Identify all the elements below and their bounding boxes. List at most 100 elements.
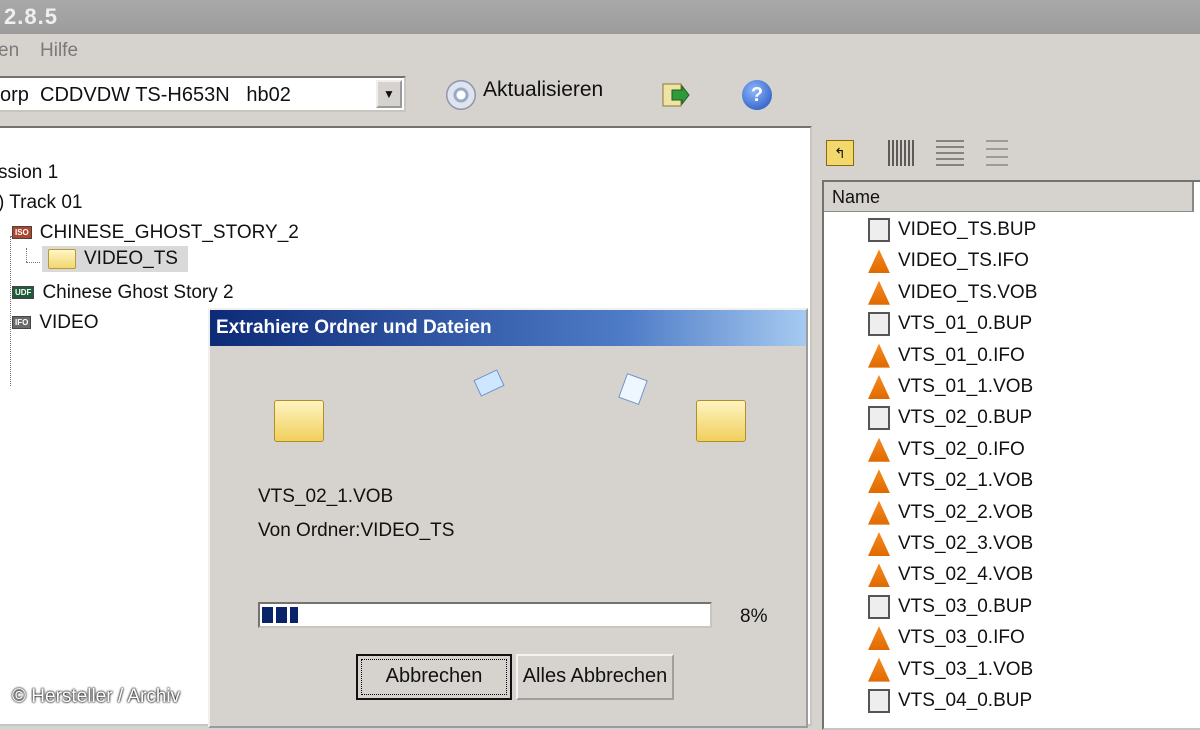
current-file-label: VTS_02_1.VOB	[258, 486, 394, 507]
toolbar: orp CDDVDW TS-H653N hb02 ▼ Aktualisieren…	[0, 68, 1200, 126]
file-list-item[interactable]: VTS_02_4.VOB	[868, 563, 1033, 593]
tree-item-video-ts[interactable]: VIDEO_TS	[42, 246, 188, 272]
progress-fill	[262, 607, 298, 623]
vlc-file-icon	[868, 563, 890, 588]
folder-icon	[48, 248, 76, 269]
tree-connector	[10, 236, 11, 386]
source-folder-icon	[274, 400, 324, 442]
vlc-file-icon	[868, 657, 890, 682]
ifo-icon: IFO	[12, 316, 32, 330]
file-name: VTS_01_1.VOB	[898, 376, 1034, 398]
vlc-file-icon	[868, 500, 890, 525]
file-list-item[interactable]: VTS_02_1.VOB	[868, 469, 1033, 499]
bup-file-icon	[868, 594, 890, 619]
menu-item-ansicht[interactable]: en	[0, 40, 19, 62]
flying-document-icon	[473, 369, 505, 397]
file-name: VTS_02_1.VOB	[898, 470, 1034, 492]
extract-dialog: Extrahiere Ordner und Dateien VTS_02_1.V…	[208, 308, 808, 728]
tree-item-session[interactable]: ssion 1	[0, 162, 58, 184]
tree-connector	[26, 262, 40, 263]
file-name: VTS_04_0.BUP	[898, 690, 1033, 712]
flying-document-icon	[618, 373, 648, 405]
file-list-item[interactable]: VTS_01_0.IFO	[868, 343, 1025, 374]
tree-item-iso[interactable]: ISO CHINESE_GHOST_STORY_2	[12, 222, 299, 244]
file-list-item[interactable]: VTS_02_0.BUP	[868, 406, 1032, 436]
dialog-title: Extrahiere Ordner und Dateien	[210, 310, 806, 346]
vlc-file-icon	[868, 626, 890, 651]
file-list-item[interactable]: VTS_03_1.VOB	[868, 657, 1034, 688]
file-list-item[interactable]: VTS_02_0.IFO	[868, 437, 1025, 468]
details-view-icon[interactable]	[888, 140, 916, 166]
vlc-file-icon	[868, 343, 890, 368]
vlc-file-icon	[868, 249, 890, 274]
title-bar: 2.8.5	[0, 0, 1200, 34]
source-folder-label: Von Ordner:VIDEO_TS	[258, 520, 455, 541]
tree-item-track[interactable]: ) Track 01	[0, 192, 82, 214]
tree-item-label: CHINESE_GHOST_STORY_2	[39, 222, 299, 243]
bup-file-icon	[868, 218, 890, 242]
menu-bar: en Hilfe	[0, 34, 1200, 68]
file-list-item[interactable]: VIDEO_TS.VOB	[868, 280, 1038, 311]
file-name: VIDEO_TS.VOB	[898, 281, 1038, 303]
file-name: VTS_01_0.BUP	[898, 313, 1033, 335]
file-list-item[interactable]: VTS_01_1.VOB	[868, 375, 1033, 405]
file-pane: ↰ Name VIDEO_TS.BUP VIDEO_TS.IFO VIDEO_TS.…	[816, 126, 1200, 730]
tree-connector	[26, 248, 27, 262]
tree-item-label: Chinese Ghost Story 2	[42, 282, 234, 303]
target-folder-icon	[696, 400, 746, 442]
tree-item-ifo[interactable]: IFO VIDEO	[12, 312, 98, 334]
file-name: VTS_02_2.VOB	[898, 501, 1034, 523]
file-list-item[interactable]: VTS_04_0.BUP	[868, 689, 1032, 719]
export-icon[interactable]	[660, 80, 690, 110]
tree-item-label: VIDEO	[39, 312, 99, 333]
file-list-item[interactable]: VIDEO_TS.IFO	[868, 249, 1029, 279]
tree-item-selected: VIDEO_TS	[42, 246, 188, 272]
vlc-file-icon	[868, 280, 890, 305]
column-header-name[interactable]: Name	[824, 182, 1194, 212]
file-name: VTS_02_0.IFO	[898, 438, 1025, 460]
disc-icon[interactable]	[446, 80, 476, 110]
udf-icon: UDF	[12, 286, 35, 300]
bup-file-icon	[868, 689, 890, 713]
bup-file-icon	[868, 312, 890, 337]
file-list-item[interactable]: VTS_03_0.IFO	[868, 626, 1025, 656]
drive-select-value: orp CDDVDW TS-H653N hb02	[0, 84, 291, 106]
vlc-file-icon	[868, 532, 890, 556]
file-list-item[interactable]: VTS_02_3.VOB	[868, 532, 1033, 562]
cancel-all-button[interactable]: Alles Abbrechen	[516, 654, 674, 700]
chevron-down-icon[interactable]: ▼	[376, 80, 402, 108]
refresh-button[interactable]: Aktualisieren	[483, 78, 603, 102]
list-view-icon[interactable]	[936, 140, 964, 166]
tree-item-udf[interactable]: UDF Chinese Ghost Story 2	[12, 282, 234, 304]
file-name: VTS_03_0.BUP	[898, 595, 1033, 617]
help-icon[interactable]: ?	[742, 80, 772, 110]
file-name: VTS_02_4.VOB	[898, 564, 1034, 586]
tree-view-icon[interactable]	[986, 140, 1008, 166]
file-pane-toolbar: ↰	[816, 126, 1200, 180]
file-name: VTS_03_0.IFO	[898, 627, 1025, 649]
progress-bar	[258, 602, 712, 628]
progress-percent: 8%	[740, 606, 768, 627]
file-name: VTS_02_3.VOB	[898, 533, 1034, 555]
vlc-file-icon	[868, 375, 890, 399]
bup-file-icon	[868, 406, 890, 431]
file-list-item[interactable]: VTS_02_2.VOB	[868, 500, 1034, 531]
file-name: VTS_01_0.IFO	[898, 344, 1025, 366]
file-list-item[interactable]: VTS_01_0.BUP	[868, 312, 1032, 342]
copyright-watermark: © Hersteller / Archiv	[12, 686, 181, 707]
file-list-item[interactable]: VTS_03_0.BUP	[868, 594, 1033, 625]
vlc-file-icon	[868, 469, 890, 494]
drive-select[interactable]: orp CDDVDW TS-H653N hb02 ▼	[0, 76, 406, 112]
file-name: VTS_03_1.VOB	[898, 658, 1034, 680]
tree-item-label: VIDEO_TS	[84, 248, 178, 269]
menu-item-hilfe[interactable]: Hilfe	[40, 40, 78, 62]
file-name: VIDEO_TS.IFO	[898, 250, 1029, 272]
window-title: 2.8.5	[4, 4, 58, 29]
file-name: VIDEO_TS.BUP	[898, 219, 1037, 241]
cancel-button[interactable]: Abbrechen	[356, 654, 512, 700]
vlc-file-icon	[868, 437, 890, 462]
folder-up-icon[interactable]: ↰	[826, 140, 854, 166]
file-name: VTS_02_0.BUP	[898, 407, 1033, 429]
file-list[interactable]: Name VIDEO_TS.BUP VIDEO_TS.IFO VIDEO_TS.VO…	[822, 180, 1200, 730]
file-list-item[interactable]: VIDEO_TS.BUP	[868, 218, 1036, 248]
